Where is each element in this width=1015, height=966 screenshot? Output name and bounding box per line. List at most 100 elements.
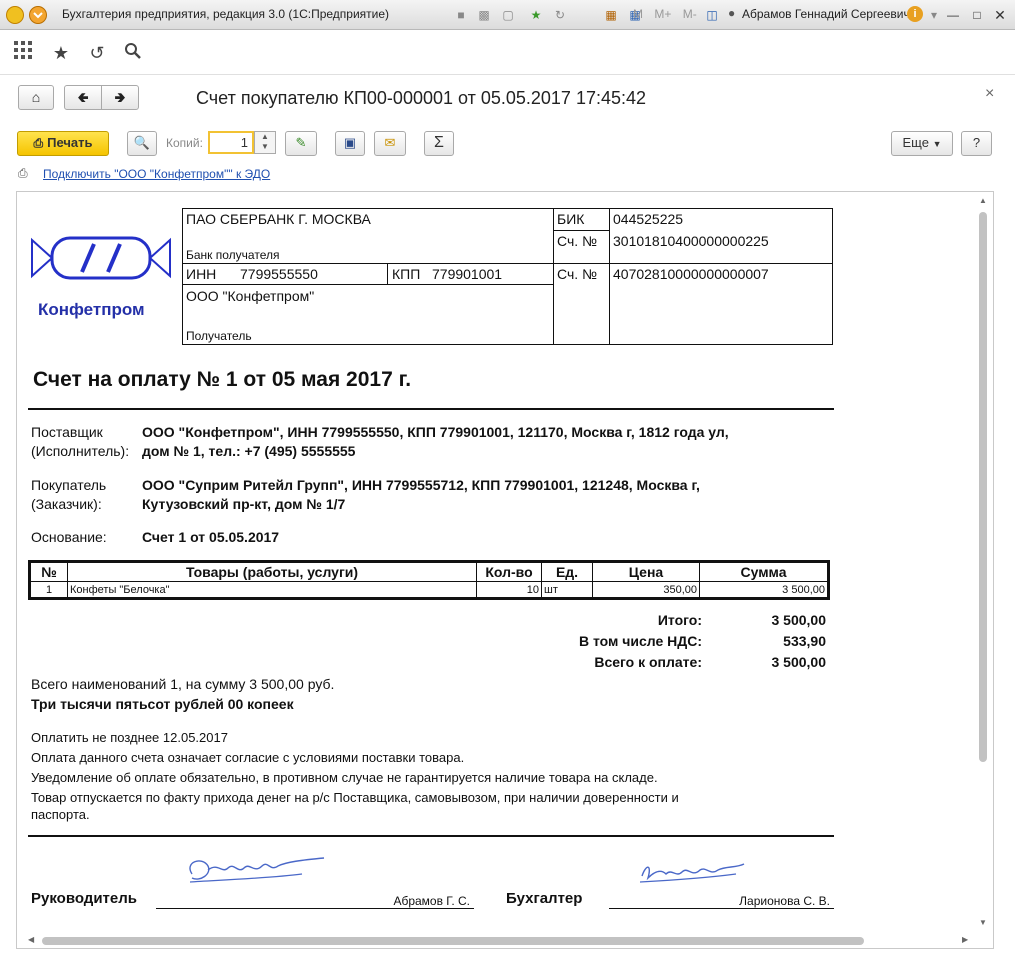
director-name: Абрамов Г. С.: [393, 894, 470, 908]
window-close-icon[interactable]: ✕: [992, 7, 1008, 23]
notes-underline: [28, 835, 834, 837]
user-name[interactable]: Абрамов Геннадий Сергеевич: [742, 7, 910, 21]
minimize-icon[interactable]: —: [945, 7, 961, 23]
basis-value: Счет 1 от 05.05.2017: [142, 529, 280, 545]
send-email-button[interactable]: ✉: [374, 131, 406, 156]
col-price-header: Цена: [592, 562, 700, 582]
close-form-icon[interactable]: ×: [985, 85, 994, 103]
memory-minus-button[interactable]: M-: [683, 7, 697, 21]
floppy-icon: ▣: [343, 135, 357, 150]
sigma-icon: Σ: [434, 134, 444, 151]
help-button[interactable]: ?: [961, 131, 992, 156]
home-icon: ⌂: [31, 89, 41, 105]
vat-label: В том числе НДС:: [578, 633, 702, 649]
horizontal-scrollbar-thumb[interactable]: [42, 937, 864, 945]
col-goods-header: Товары (работы, услуги): [67, 562, 477, 582]
buyer-label: Покупатель: [31, 477, 107, 493]
col-qty-header: Кол-во: [476, 562, 542, 582]
bank-name: ПАО СБЕРБАНК Г. МОСКВА: [186, 211, 371, 227]
row-unit: шт: [541, 581, 593, 598]
maximize-icon[interactable]: □: [969, 7, 985, 23]
director-signature-line: [156, 908, 474, 909]
row-goods: Конфеты "Белочка": [67, 581, 477, 598]
recipient-name: ООО "Конфетпром": [186, 288, 315, 304]
bik-value: 044525225: [613, 211, 684, 227]
panel-toggle-icon[interactable]: ◫: [704, 7, 720, 23]
main-menu-icon[interactable]: [29, 6, 47, 24]
search-icon[interactable]: [122, 42, 144, 64]
accountant-name: Ларионова С. В.: [739, 894, 830, 908]
chevron-down-icon: ▼: [932, 139, 942, 149]
accountant-label: Бухгалтер: [506, 890, 583, 907]
director-signature-icon: [189, 857, 325, 883]
scroll-right-icon[interactable]: ▶: [962, 935, 968, 944]
company-logo-icon: [31, 236, 171, 280]
accountant-signature-icon: [639, 863, 745, 883]
forward-button[interactable]: 🢂: [101, 85, 139, 110]
history-icon[interactable]: ↺: [86, 42, 108, 64]
account-label: Сч. №: [557, 266, 598, 282]
window-title: Бухгалтерия предприятия, редакция 3.0 (1…: [62, 7, 390, 21]
recipient-bank-label: Банк получателя: [186, 248, 280, 262]
note-line: паспорта.: [31, 807, 90, 822]
memory-plus-button[interactable]: M+: [654, 7, 671, 21]
edo-connect-link[interactable]: Подключить "ООО "Конфетпром"" к ЭДО: [43, 167, 270, 181]
preview-button[interactable]: 🔍: [127, 131, 157, 156]
favorites-star-icon[interactable]: ★: [50, 42, 72, 64]
print-icon[interactable]: ▩: [476, 7, 492, 23]
items-table: № Товары (работы, услуги) Кол-во Ед. Цен…: [28, 560, 830, 600]
link-icon[interactable]: ↻: [552, 7, 568, 23]
home-button[interactable]: ⌂: [18, 85, 54, 110]
buyer-label-sub: (Заказчик):: [31, 496, 102, 512]
print-button[interactable]: ⎙ Печать: [17, 131, 109, 156]
edo-icon: ⎙: [18, 166, 28, 180]
arrow-right-icon: 🢂: [114, 89, 126, 105]
apps-grid-icon[interactable]: [12, 40, 34, 62]
note-line: Оплатить не позднее 12.05.2017: [31, 730, 228, 745]
invoice-heading: Счет на оплату № 1 от 05 мая 2017 г.: [33, 368, 412, 391]
info-icon[interactable]: i: [907, 6, 923, 22]
copies-spinner[interactable]: ▲ ▼: [254, 131, 276, 154]
more-button[interactable]: Еще ▼: [891, 131, 953, 156]
vertical-scrollbar-thumb[interactable]: [979, 212, 987, 762]
inn-value: 7799555550: [240, 266, 318, 282]
favorites-add-icon[interactable]: ★: [528, 7, 544, 23]
buyer-details-2: Кутузовский пр-кт, дом № 1/7: [142, 496, 346, 512]
preview-magnifier-icon: 🔍: [133, 135, 151, 150]
save-file-button[interactable]: ▣: [335, 131, 365, 156]
memory-m-button[interactable]: M: [633, 7, 643, 21]
preview-icon[interactable]: ▢: [500, 7, 516, 23]
buyer-details: ООО "Суприм Ритейл Групп", ИНН 779955571…: [142, 477, 700, 493]
note-line: Товар отпускается по факту прихода денег…: [31, 790, 679, 805]
scroll-left-icon[interactable]: ◀: [28, 935, 34, 944]
row-qty: 10: [476, 581, 542, 598]
edit-table-icon: ✎: [295, 135, 307, 150]
bank-divider: [609, 208, 610, 345]
user-icon: ●: [728, 6, 736, 20]
supplier-details: ООО "Конфетпром", ИНН 7799555550, КПП 77…: [142, 424, 729, 440]
scroll-up-icon[interactable]: ▲: [979, 196, 987, 205]
col-number-header: №: [30, 562, 68, 582]
edit-document-button[interactable]: ✎: [285, 131, 317, 156]
row-number: 1: [30, 581, 68, 598]
copies-input[interactable]: 1: [208, 131, 254, 154]
account-value: 40702810000000000007: [613, 266, 769, 282]
back-button[interactable]: 🢀: [64, 85, 102, 110]
copies-label: Копий:: [166, 136, 203, 150]
table-header-row: № Товары (работы, услуги) Кол-во Ед. Цен…: [30, 562, 828, 582]
total-value: 3 500,00: [771, 612, 827, 628]
inn-label: ИНН: [186, 266, 217, 282]
scroll-down-icon[interactable]: ▼: [979, 918, 987, 927]
sum-button[interactable]: Σ: [424, 131, 454, 156]
corr-account-value: 30101810400000000225: [613, 233, 769, 249]
total-due-label: Всего к оплате:: [594, 654, 702, 670]
amount-in-words: Три тысячи пятьсот рублей 00 копеек: [31, 696, 294, 712]
app-logo-icon[interactable]: [6, 6, 24, 24]
calendar-icon[interactable]: ▦: [603, 7, 619, 23]
document-title: Счет покупателю КП00-000001 от 05.05.201…: [196, 88, 647, 108]
save-icon[interactable]: ■: [453, 7, 469, 23]
total-label: Итого:: [657, 612, 702, 628]
settings-dropdown-icon[interactable]: ▾: [926, 7, 942, 23]
col-unit-header: Ед.: [541, 562, 593, 582]
bik-label: БИК: [557, 211, 585, 227]
